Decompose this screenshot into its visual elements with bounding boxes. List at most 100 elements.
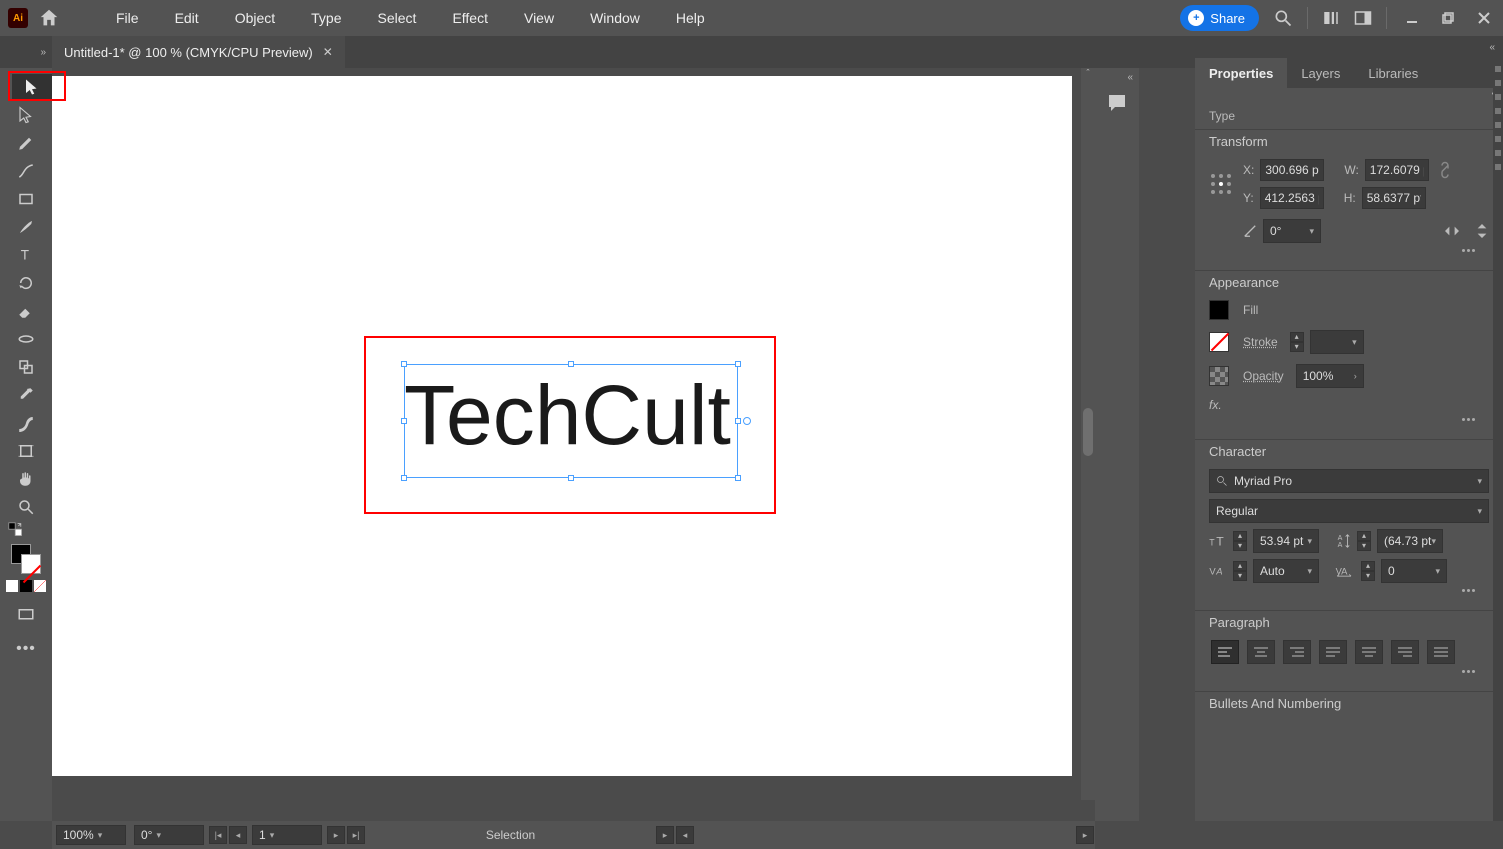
scroll-right-icon[interactable]: ▸ [1076,826,1094,844]
paintbrush-tool[interactable] [12,214,40,240]
scroll-thumb[interactable] [1083,408,1093,456]
more-options-icon[interactable] [1462,418,1475,421]
home-icon[interactable] [38,7,60,29]
kerning-stepper[interactable]: ▴▾ [1233,561,1247,581]
font-size-stepper[interactable]: ▴▾ [1233,531,1247,551]
more-options-icon[interactable] [1462,589,1475,592]
rotate-tool[interactable] [12,270,40,296]
stroke-width-input[interactable]: ▾ [1310,330,1364,354]
align-left-button[interactable] [1211,640,1239,664]
font-weight-select[interactable]: Regular▾ [1209,499,1489,523]
tracking-input[interactable]: 0▾ [1381,559,1447,583]
window-restore[interactable] [1437,7,1459,29]
type-tool[interactable]: T [12,242,40,268]
resize-handle[interactable] [401,475,407,481]
justify-all-button[interactable] [1427,640,1455,664]
prev-artboard-button[interactable]: ◂ [229,826,247,844]
edit-toolbar-icon[interactable]: ••• [12,636,40,662]
menu-select[interactable]: Select [374,8,421,28]
menu-view[interactable]: View [520,8,558,28]
fill-swatch[interactable] [1209,300,1229,320]
leading-stepper[interactable]: ▴▾ [1357,531,1371,551]
expand-toolbar-icon[interactable]: » [0,36,52,68]
direct-selection-tool[interactable] [12,102,40,128]
window-close[interactable] [1473,7,1495,29]
share-button[interactable]: + Share [1180,5,1259,31]
fill-stroke-swatch[interactable] [11,544,41,574]
status-play-icon[interactable]: ▸ [656,826,674,844]
align-right-button[interactable] [1283,640,1311,664]
resize-handle[interactable] [401,418,407,424]
leading-input[interactable]: (64.73 pt▾ [1377,529,1443,553]
font-family-select[interactable]: Myriad Pro ▾ [1209,469,1489,493]
search-icon[interactable] [1273,8,1293,28]
last-artboard-button[interactable]: ▸| [347,826,365,844]
eyedropper-tool[interactable] [12,382,40,408]
menu-edit[interactable]: Edit [171,8,203,28]
curvature-tool[interactable] [12,158,40,184]
align-center-button[interactable] [1247,640,1275,664]
vertical-scrollbar[interactable]: ˆ [1081,68,1095,800]
rotate-view-combo[interactable]: 0°▾ [134,825,204,845]
arrange-icon[interactable] [1322,9,1340,27]
h-input[interactable] [1362,187,1426,209]
tab-properties[interactable]: Properties [1195,58,1287,88]
y-input[interactable] [1260,187,1324,209]
gradient-tool[interactable] [12,410,40,436]
screen-mode-icon[interactable] [12,602,40,628]
opacity-input[interactable]: 100%› [1296,364,1364,388]
status-back-icon[interactable]: ◂ [676,826,694,844]
menu-window[interactable]: Window [586,8,644,28]
fx-label[interactable]: fx. [1209,398,1222,412]
window-minimize[interactable] [1401,7,1423,29]
scroll-up-icon[interactable]: ˆ [1081,68,1095,82]
artboard-page-input[interactable]: 1▾ [252,825,322,845]
width-tool[interactable] [12,326,40,352]
rotation-input[interactable]: 0°▾ [1263,219,1321,243]
stroke-swatch[interactable] [1209,332,1229,352]
shape-builder-tool[interactable] [12,354,40,380]
swap-fill-stroke-icon[interactable] [8,522,24,538]
kerning-input[interactable]: Auto▾ [1253,559,1319,583]
menu-help[interactable]: Help [672,8,709,28]
document-tab[interactable]: Untitled-1* @ 100 % (CMYK/CPU Preview) ✕ [52,36,345,68]
collapse-panel-icon[interactable]: « [1195,88,1503,99]
justify-right-button[interactable] [1391,640,1419,664]
hand-tool[interactable] [12,466,40,492]
flip-vertical-icon[interactable] [1475,222,1489,240]
menu-object[interactable]: Object [231,8,279,28]
next-artboard-button[interactable]: ▸ [327,826,345,844]
reference-point-icon[interactable] [1209,172,1233,196]
resize-handle[interactable] [735,361,741,367]
close-tab-icon[interactable]: ✕ [323,45,333,59]
workspace-icon[interactable] [1354,9,1372,27]
text-out-port[interactable] [743,417,751,425]
zoom-tool[interactable] [12,494,40,520]
w-input[interactable] [1365,159,1429,181]
menu-file[interactable]: File [112,8,143,28]
artboard[interactable]: TechCult [52,76,1072,776]
menu-effect[interactable]: Effect [448,8,492,28]
resize-handle[interactable] [735,475,741,481]
stroke-stepper[interactable]: ▴▾ [1290,332,1304,352]
artboard-tool[interactable] [12,438,40,464]
font-size-input[interactable]: 53.94 pt▾ [1253,529,1319,553]
pen-tool[interactable] [12,130,40,156]
zoom-combo[interactable]: 100%▾ [56,825,126,845]
tab-layers[interactable]: Layers [1287,58,1354,88]
justify-left-button[interactable] [1319,640,1347,664]
resize-handle[interactable] [568,475,574,481]
rectangle-tool[interactable] [12,186,40,212]
resize-handle[interactable] [568,361,574,367]
flip-horizontal-icon[interactable] [1443,224,1461,238]
constrain-proportions-icon[interactable] [1439,160,1451,180]
tracking-stepper[interactable]: ▴▾ [1361,561,1375,581]
comments-icon[interactable] [1105,91,1129,115]
opacity-swatch[interactable] [1209,366,1229,386]
tab-libraries[interactable]: Libraries [1354,58,1432,88]
selection-bounding-box[interactable] [404,364,738,478]
first-artboard-button[interactable]: |◂ [209,826,227,844]
more-options-icon[interactable] [1462,249,1475,252]
resize-handle[interactable] [735,418,741,424]
draw-mode-icons[interactable] [6,580,46,592]
